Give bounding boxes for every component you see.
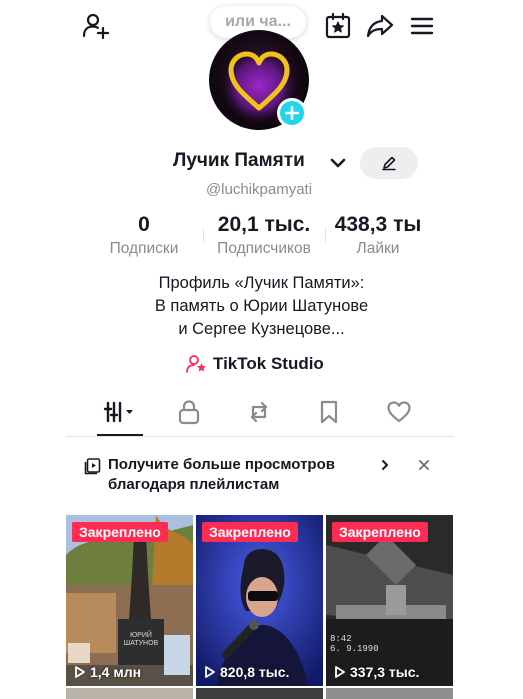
play-icon: [335, 666, 345, 678]
stat-label: Подписки: [109, 240, 179, 257]
monument-sign-text: ШАТУНОВ: [124, 640, 159, 647]
profile-name-row[interactable]: Лучик Памяти: [0, 150, 523, 176]
hamburger-menu-icon[interactable]: [404, 8, 440, 44]
stat-following[interactable]: 0 Подписки: [95, 213, 193, 259]
play-icon: [205, 666, 215, 678]
bio-line: В память о Юрии Шатунове: [154, 297, 369, 315]
video-thumbnail[interactable]: ЮРИЙ ШАТУНОВ Закреплено 1,4 млн: [66, 515, 193, 686]
repost-icon: [250, 401, 268, 423]
chevron-down-icon[interactable]: [329, 154, 347, 172]
username: @luchikpamyati: [205, 181, 313, 198]
story-bubble-text: или ча...: [225, 13, 291, 30]
playlist-banner-line: благодаря плейлистам: [108, 476, 280, 493]
lock-icon: [178, 400, 200, 425]
stat-label: Подписчиков: [217, 240, 311, 257]
playlist-banner-text: Получите больше просмотров благодаря пле…: [108, 455, 335, 495]
view-count: 337,3 тыс.: [334, 664, 419, 680]
stat-likes[interactable]: 438,3 ты Лайки: [326, 213, 430, 259]
view-count-text: 1,4 млн: [90, 664, 142, 680]
profile-name: Лучик Памяти: [173, 150, 305, 171]
videos-grid-icon: [103, 401, 133, 423]
video-thumbnail[interactable]: [196, 688, 323, 699]
tab-favorites[interactable]: [307, 396, 351, 428]
video-thumbnail[interactable]: [66, 688, 193, 699]
timestamp-overlay: 8:42: [330, 634, 352, 644]
tab-private[interactable]: [167, 396, 211, 428]
pinned-badge: Закреплено: [332, 522, 428, 542]
playlist-icon: [84, 458, 101, 475]
tab-videos[interactable]: [97, 396, 141, 428]
studio-icon: [186, 355, 206, 373]
pinned-badge: Закреплено: [202, 522, 298, 542]
stat-label: Лайки: [356, 240, 400, 257]
view-count-text: 337,3 тыс.: [350, 664, 420, 680]
play-icon: [75, 666, 85, 678]
video-thumbnail[interactable]: 8:42 6. 9.1990 Закреплено 337,3 тыс.: [326, 515, 453, 686]
add-avatar-button[interactable]: [277, 98, 307, 128]
bio-line: и Сергее Кузнецове...: [178, 320, 345, 338]
video-thumbnail[interactable]: Закреплено 820,8 тыс.: [196, 515, 323, 686]
calendar-star-icon[interactable]: [320, 8, 356, 44]
stat-followers[interactable]: 20,1 тыс. Подписчиков: [204, 213, 324, 259]
view-count: 820,8 тыс.: [204, 664, 289, 680]
plus-icon: [285, 106, 299, 120]
stat-value: 0: [138, 213, 150, 236]
timestamp-overlay: 6. 9.1990: [330, 644, 379, 654]
stat-value: 20,1 тыс.: [217, 213, 311, 236]
add-friend-icon[interactable]: [78, 8, 114, 44]
bookmark-icon: [320, 400, 338, 424]
view-count-text: 820,8 тыс.: [220, 664, 290, 680]
studio-label: TikTok Studio: [213, 354, 324, 373]
view-count: 1,4 млн: [74, 664, 141, 680]
video-thumbnail[interactable]: [326, 688, 453, 699]
playlist-banner[interactable]: Получите больше просмотров благодаря пле…: [84, 455, 444, 499]
tiktok-studio-link[interactable]: TikTok Studio: [186, 352, 324, 376]
tabs-divider: [66, 436, 454, 437]
share-icon[interactable]: [362, 8, 398, 44]
monument-sign-text: ЮРИЙ: [130, 630, 152, 639]
tab-liked[interactable]: [377, 396, 421, 428]
bio-line: Профиль «Лучик Памяти»:: [158, 274, 365, 292]
heart-icon: [387, 401, 411, 423]
pencil-icon: [382, 156, 396, 171]
stat-value: 438,3 ты: [334, 213, 422, 236]
profile-bio[interactable]: Профиль «Лучик Памяти»: В память о Юрии …: [0, 272, 523, 341]
video-grid-next-row: [66, 688, 453, 699]
edit-profile-button[interactable]: [360, 147, 418, 179]
chevron-right-icon[interactable]: [380, 459, 390, 471]
playlist-banner-line: Получите больше просмотров: [108, 456, 335, 473]
close-icon[interactable]: [418, 459, 430, 471]
tab-reposts[interactable]: [237, 396, 281, 428]
pinned-badge: Закреплено: [72, 522, 168, 542]
